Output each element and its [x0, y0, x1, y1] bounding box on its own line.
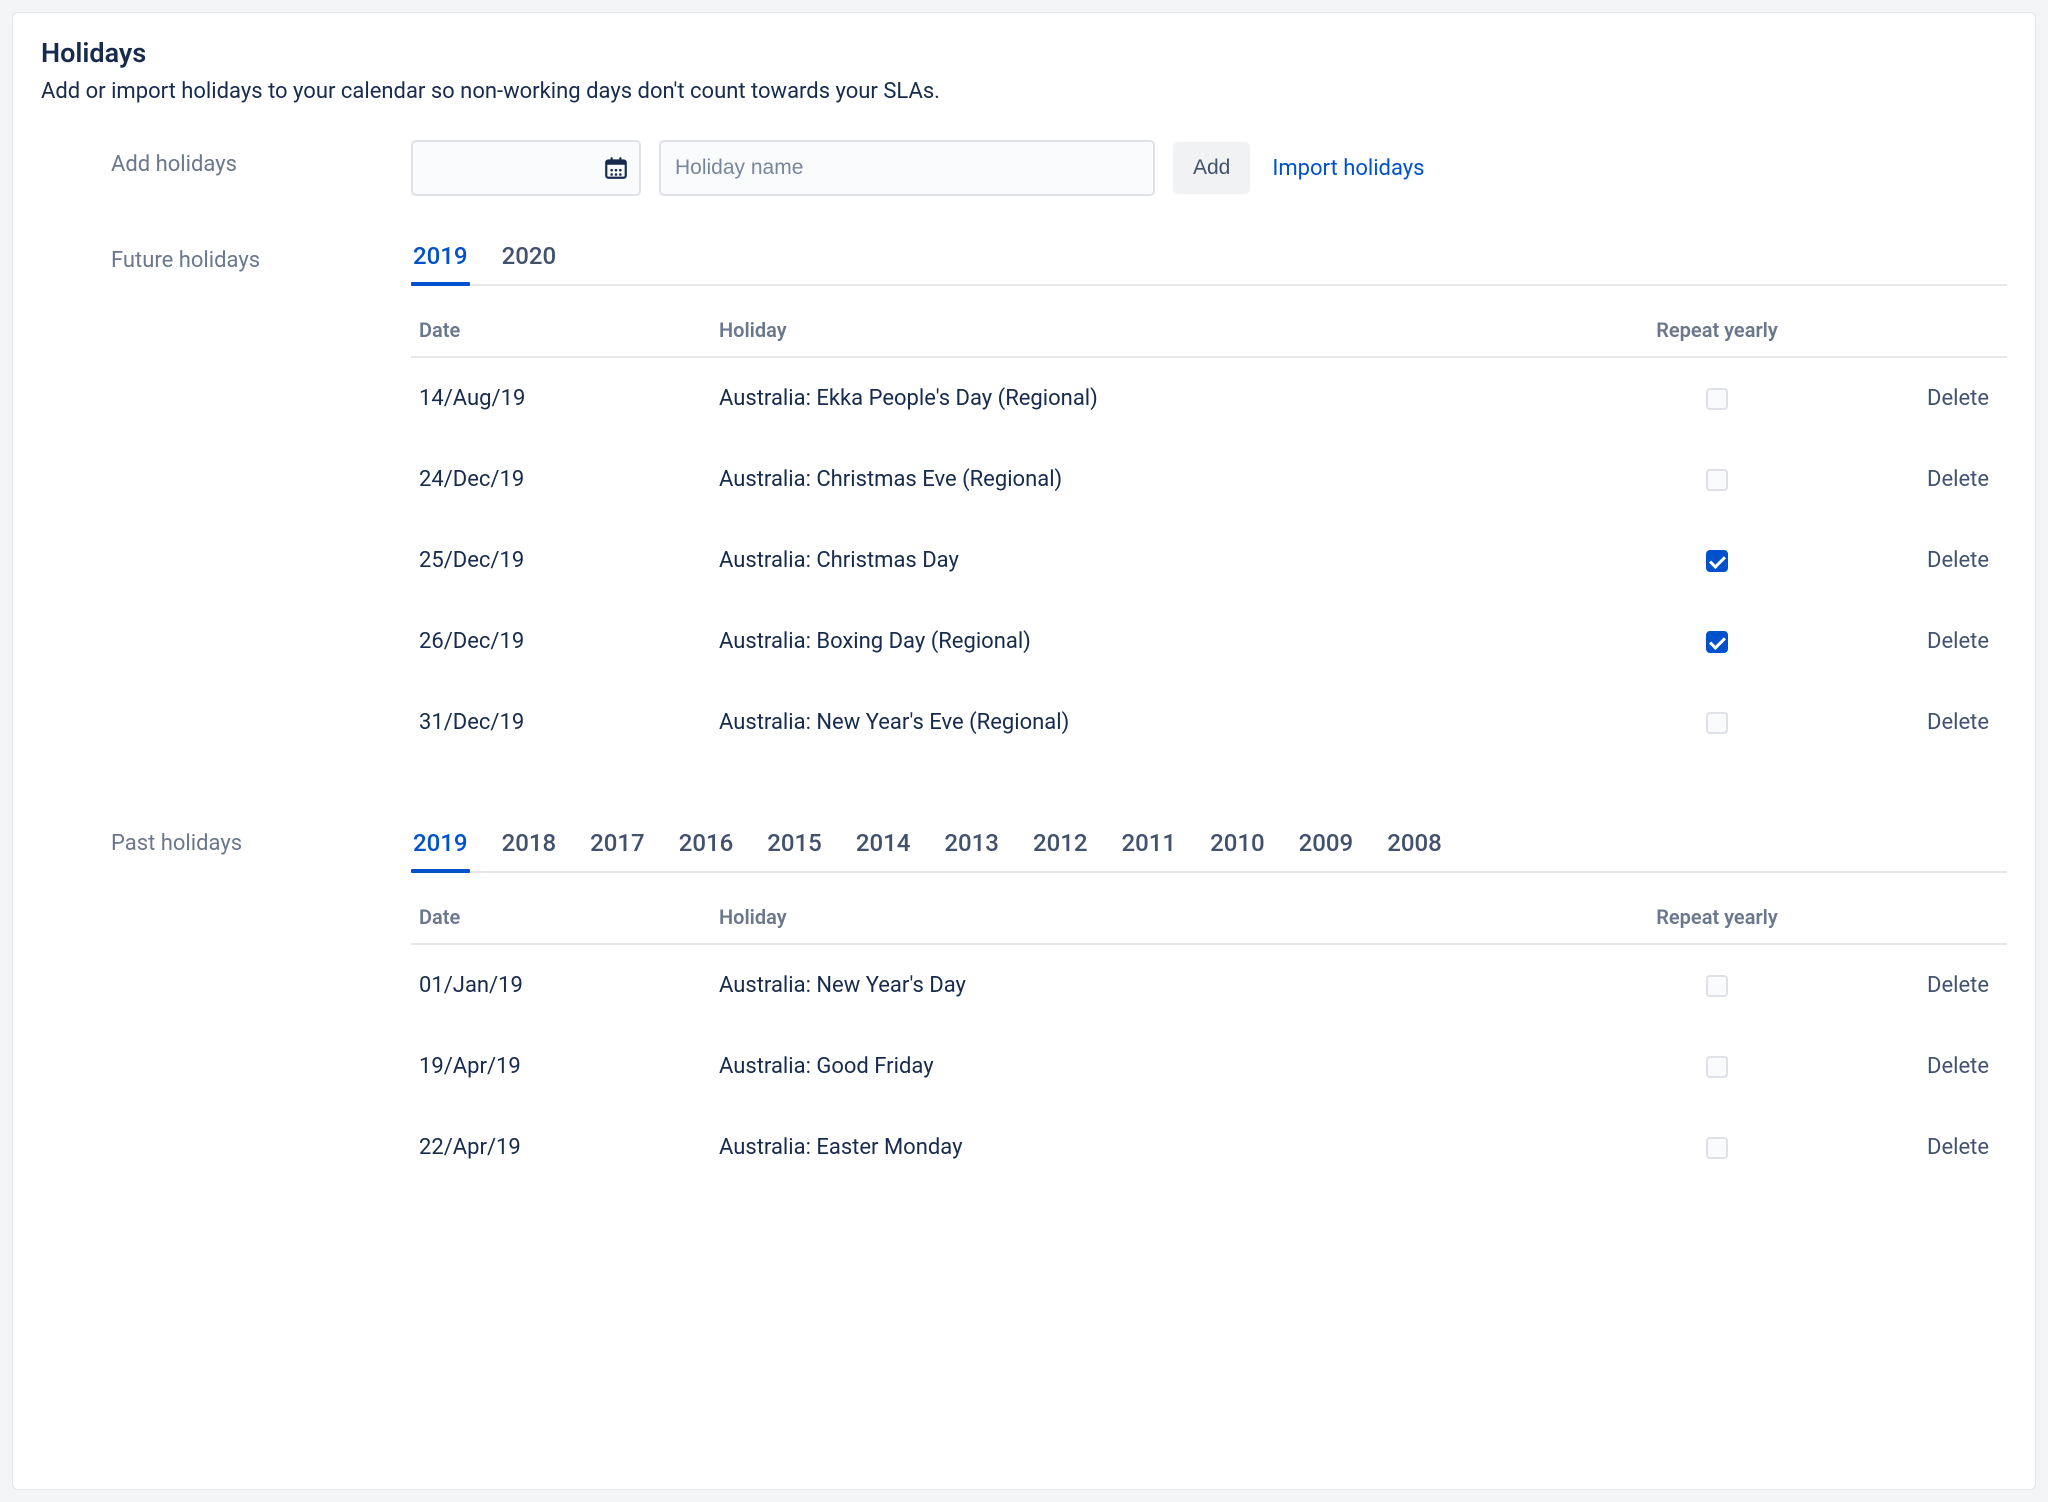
repeat-yearly-checkbox[interactable]	[1706, 469, 1728, 491]
holiday-name: Australia: Christmas Day	[711, 520, 1607, 601]
table-row: 31/Dec/19Australia: New Year's Eve (Regi…	[411, 682, 2007, 763]
past-holidays-label: Past holidays	[41, 823, 411, 856]
col-header-repeat: Repeat yearly	[1607, 306, 1827, 357]
repeat-yearly-cell	[1607, 682, 1827, 763]
holiday-date: 25/Dec/19	[411, 520, 711, 601]
repeat-yearly-checkbox[interactable]	[1706, 388, 1728, 410]
future-holidays-label: Future holidays	[41, 236, 411, 273]
col-header-delete	[1827, 306, 2007, 357]
repeat-yearly-checkbox[interactable]	[1706, 975, 1728, 997]
year-tab-2019[interactable]: 2019	[411, 823, 470, 871]
holiday-name: Australia: Ekka People's Day (Regional)	[711, 357, 1607, 439]
holiday-name: Australia: Easter Monday	[711, 1107, 1607, 1188]
year-tab-2015[interactable]: 2015	[765, 823, 824, 871]
holiday-name: Australia: Good Friday	[711, 1026, 1607, 1107]
repeat-yearly-checkbox[interactable]	[1706, 712, 1728, 734]
repeat-yearly-cell	[1607, 601, 1827, 682]
table-row: 25/Dec/19Australia: Christmas Day Delete	[411, 520, 2007, 601]
table-row: 22/Apr/19Australia: Easter Monday Delete	[411, 1107, 2007, 1188]
import-holidays-link[interactable]: Import holidays	[1272, 156, 1424, 181]
past-holidays-table: Date Holiday Repeat yearly 01/Jan/19Aust…	[411, 893, 2007, 1188]
table-row: 24/Dec/19Australia: Christmas Eve (Regio…	[411, 439, 2007, 520]
past-holidays-section: Past holidays 20192018201720162015201420…	[41, 823, 2007, 1188]
delete-link[interactable]: Delete	[1927, 548, 1989, 573]
year-tab-2013[interactable]: 2013	[942, 823, 1001, 871]
delete-link[interactable]: Delete	[1927, 467, 1989, 492]
delete-cell: Delete	[1827, 601, 2007, 682]
year-tab-2012[interactable]: 2012	[1031, 823, 1090, 871]
holidays-panel: Holidays Add or import holidays to your …	[12, 12, 2036, 1490]
col-header-repeat: Repeat yearly	[1607, 893, 1827, 944]
holiday-date-input[interactable]	[411, 140, 641, 196]
holiday-name: Australia: New Year's Eve (Regional)	[711, 682, 1607, 763]
delete-cell: Delete	[1827, 1026, 2007, 1107]
page-subtitle: Add or import holidays to your calendar …	[41, 79, 2007, 104]
delete-link[interactable]: Delete	[1927, 1135, 1989, 1160]
date-input-wrapper	[411, 140, 641, 196]
year-tab-2016[interactable]: 2016	[677, 823, 736, 871]
year-tab-2009[interactable]: 2009	[1297, 823, 1356, 871]
repeat-yearly-cell	[1607, 1026, 1827, 1107]
col-header-holiday: Holiday	[711, 893, 1607, 944]
delete-cell: Delete	[1827, 357, 2007, 439]
year-tab-2018[interactable]: 2018	[500, 823, 559, 871]
holiday-name: Australia: New Year's Day	[711, 944, 1607, 1026]
page-title: Holidays	[41, 37, 2007, 69]
future-holidays-section: Future holidays 2019 2020 Date Holiday Re…	[41, 236, 2007, 763]
year-tab-2019[interactable]: 2019	[411, 236, 470, 284]
future-year-tabs: 2019 2020	[411, 236, 2007, 286]
holiday-name: Australia: Boxing Day (Regional)	[711, 601, 1607, 682]
delete-cell: Delete	[1827, 520, 2007, 601]
col-header-date: Date	[411, 893, 711, 944]
add-button[interactable]: Add	[1173, 142, 1250, 194]
holiday-date: 22/Apr/19	[411, 1107, 711, 1188]
holiday-date: 26/Dec/19	[411, 601, 711, 682]
delete-link[interactable]: Delete	[1927, 710, 1989, 735]
table-row: 01/Jan/19Australia: New Year's Day Delete	[411, 944, 2007, 1026]
repeat-yearly-checkbox[interactable]	[1706, 1056, 1728, 1078]
past-year-tabs: 2019 2018 2017 2016 2015 2014 2013 2012 2011 2010…	[411, 823, 2007, 873]
repeat-yearly-cell	[1607, 357, 1827, 439]
holiday-date: 19/Apr/19	[411, 1026, 711, 1107]
repeat-yearly-checkbox[interactable]	[1706, 550, 1728, 572]
table-row: 19/Apr/19Australia: Good Friday Delete	[411, 1026, 2007, 1107]
add-holidays-section: Add holidays	[41, 140, 2007, 196]
col-header-holiday: Holiday	[711, 306, 1607, 357]
delete-link[interactable]: Delete	[1927, 629, 1989, 654]
col-header-delete	[1827, 893, 2007, 944]
table-row: 26/Dec/19Australia: Boxing Day (Regional…	[411, 601, 2007, 682]
holiday-date: 14/Aug/19	[411, 357, 711, 439]
year-tab-2020[interactable]: 2020	[500, 236, 559, 284]
delete-cell: Delete	[1827, 439, 2007, 520]
add-holidays-label: Add holidays	[41, 140, 411, 177]
delete-link[interactable]: Delete	[1927, 973, 1989, 998]
col-header-date: Date	[411, 306, 711, 357]
repeat-yearly-cell	[1607, 944, 1827, 1026]
holiday-name: Australia: Christmas Eve (Regional)	[711, 439, 1607, 520]
delete-cell: Delete	[1827, 1107, 2007, 1188]
delete-cell: Delete	[1827, 682, 2007, 763]
holiday-date: 31/Dec/19	[411, 682, 711, 763]
repeat-yearly-checkbox[interactable]	[1706, 631, 1728, 653]
year-tab-2011[interactable]: 2011	[1120, 823, 1179, 871]
year-tab-2008[interactable]: 2008	[1385, 823, 1444, 871]
year-tab-2014[interactable]: 2014	[854, 823, 913, 871]
future-holidays-table: Date Holiday Repeat yearly 14/Aug/19Aust…	[411, 306, 2007, 763]
delete-link[interactable]: Delete	[1927, 386, 1989, 411]
repeat-yearly-cell	[1607, 439, 1827, 520]
holiday-date: 24/Dec/19	[411, 439, 711, 520]
holiday-date: 01/Jan/19	[411, 944, 711, 1026]
year-tab-2010[interactable]: 2010	[1208, 823, 1267, 871]
repeat-yearly-cell	[1607, 1107, 1827, 1188]
holiday-name-input[interactable]	[659, 140, 1155, 196]
delete-link[interactable]: Delete	[1927, 1054, 1989, 1079]
table-row: 14/Aug/19Australia: Ekka People's Day (R…	[411, 357, 2007, 439]
delete-cell: Delete	[1827, 944, 2007, 1026]
year-tab-2017[interactable]: 2017	[588, 823, 647, 871]
repeat-yearly-checkbox[interactable]	[1706, 1137, 1728, 1159]
repeat-yearly-cell	[1607, 520, 1827, 601]
